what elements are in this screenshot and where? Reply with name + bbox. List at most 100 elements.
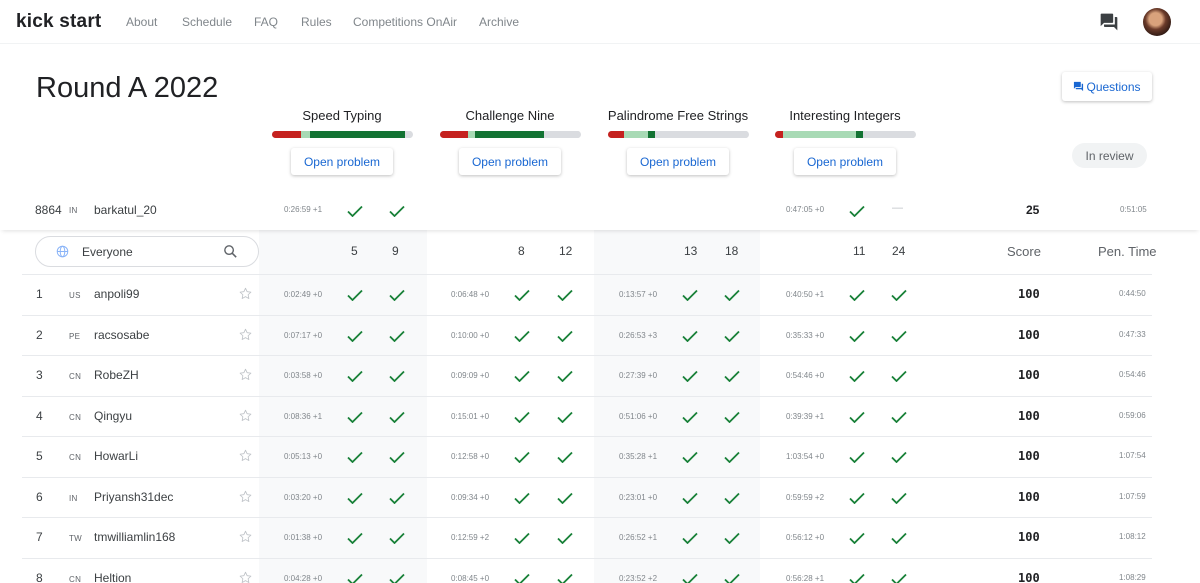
solve-time: 0:07:17 +0 (284, 331, 323, 340)
check-icon (347, 491, 363, 509)
score-header[interactable]: Score (1007, 244, 1041, 259)
star-icon[interactable] (238, 448, 253, 468)
filter-value: Everyone (82, 245, 133, 259)
check-icon (891, 531, 907, 549)
check-icon (849, 369, 865, 387)
check-icon (849, 531, 865, 549)
nav-faq[interactable]: FAQ (254, 15, 278, 29)
score-cell: 100 (1018, 571, 1040, 583)
status-badge: In review (1072, 143, 1147, 168)
star-icon[interactable] (238, 489, 253, 509)
check-icon (389, 369, 405, 387)
solve-time: 0:56:12 +0 (786, 533, 825, 542)
rank-cell: 6 (36, 490, 43, 504)
solve-time: 0:54:46 +0 (786, 371, 825, 380)
check-icon (891, 410, 907, 428)
star-icon[interactable] (238, 286, 253, 306)
check-icon (389, 531, 405, 549)
check-icon (849, 329, 865, 347)
check-icon (682, 410, 698, 428)
unsolved-dash: — (892, 202, 903, 214)
nav-archive[interactable]: Archive (479, 15, 519, 29)
username[interactable]: racsosabe (94, 328, 149, 342)
filter-search[interactable]: Everyone (35, 236, 259, 267)
points-header: 9 (392, 244, 399, 258)
check-icon (724, 369, 740, 387)
check-icon (682, 329, 698, 347)
nav-rules[interactable]: Rules (301, 15, 332, 29)
points-header: 12 (559, 244, 573, 258)
nav-about[interactable]: About (126, 15, 157, 29)
check-icon (347, 450, 363, 468)
username[interactable]: RobeZH (94, 368, 139, 382)
username[interactable]: anpoli99 (94, 287, 139, 301)
check-icon (891, 572, 907, 583)
row-divider (22, 355, 1152, 356)
penalty-cell: 0:54:46 (1119, 370, 1146, 379)
username[interactable]: Qingyu (94, 409, 132, 423)
my-penalty: 0:51:05 (1120, 205, 1147, 214)
problem-name: Speed Typing (302, 108, 382, 123)
check-icon (724, 288, 740, 306)
solve-rate-segment (774, 131, 783, 138)
solve-rate-segment (856, 131, 864, 138)
questions-button[interactable]: Questions (1062, 72, 1152, 101)
star-icon[interactable] (238, 367, 253, 387)
solve-rate-segment (655, 131, 749, 138)
username[interactable]: tmwilliamlin168 (94, 530, 175, 544)
check-icon (724, 329, 740, 347)
avatar[interactable] (1143, 8, 1171, 36)
check-icon (514, 369, 530, 387)
problem-name: Challenge Nine (465, 108, 555, 123)
rank-cell: 4 (36, 409, 43, 423)
score-cell: 100 (1018, 328, 1040, 342)
open-problem-button[interactable]: Open problem (459, 148, 561, 175)
rank-cell: 7 (36, 530, 43, 544)
username[interactable]: HowarLi (94, 449, 138, 463)
check-icon (557, 531, 573, 549)
check-icon (849, 450, 865, 468)
check-icon (514, 410, 530, 428)
star-icon[interactable] (238, 570, 253, 583)
check-icon (891, 450, 907, 468)
check-icon (389, 204, 405, 222)
globe-icon (56, 245, 69, 258)
nav-competitions-onair[interactable]: Competitions OnAir (353, 15, 457, 29)
star-icon[interactable] (238, 408, 253, 428)
open-problem-button[interactable]: Open problem (291, 148, 393, 175)
username[interactable]: Heltion (94, 571, 131, 583)
check-icon (849, 572, 865, 583)
open-problem-button[interactable]: Open problem (627, 148, 729, 175)
nav-schedule[interactable]: Schedule (182, 15, 232, 29)
check-icon (849, 491, 865, 509)
brand-logo[interactable]: kick start (16, 11, 101, 33)
penalty-cell: 0:44:50 (1119, 289, 1146, 298)
check-icon (724, 572, 740, 583)
open-problem-button[interactable]: Open problem (794, 148, 896, 175)
username[interactable]: Priyansh31dec (94, 490, 173, 504)
chat-icon[interactable] (1099, 12, 1119, 32)
problem-name: Palindrome Free Strings (607, 108, 749, 123)
solve-time: 0:09:09 +0 (451, 371, 490, 380)
check-icon (891, 491, 907, 509)
score-cell: 100 (1018, 368, 1040, 382)
solve-time: 0:10:00 +0 (451, 331, 490, 340)
solve-rate-segment (405, 131, 413, 138)
star-icon[interactable] (238, 529, 253, 549)
penalty-header[interactable]: Pen. Time (1098, 244, 1157, 259)
search-icon[interactable] (222, 243, 239, 260)
score-cell: 100 (1018, 530, 1040, 544)
check-icon (724, 410, 740, 428)
check-icon (557, 572, 573, 583)
my-username[interactable]: barkatul_20 (94, 203, 157, 217)
row-divider (22, 517, 1152, 518)
my-country: IN (69, 206, 78, 215)
rank-cell: 2 (36, 328, 43, 342)
check-icon (891, 288, 907, 306)
solve-time: 0:40:50 +1 (786, 290, 825, 299)
penalty-cell: 1:08:12 (1119, 532, 1146, 541)
star-icon[interactable] (238, 327, 253, 347)
my-p4-time: 0:47:05 +0 (786, 205, 825, 214)
my-score: 25 (1026, 203, 1040, 217)
solve-time: 0:06:48 +0 (451, 290, 490, 299)
